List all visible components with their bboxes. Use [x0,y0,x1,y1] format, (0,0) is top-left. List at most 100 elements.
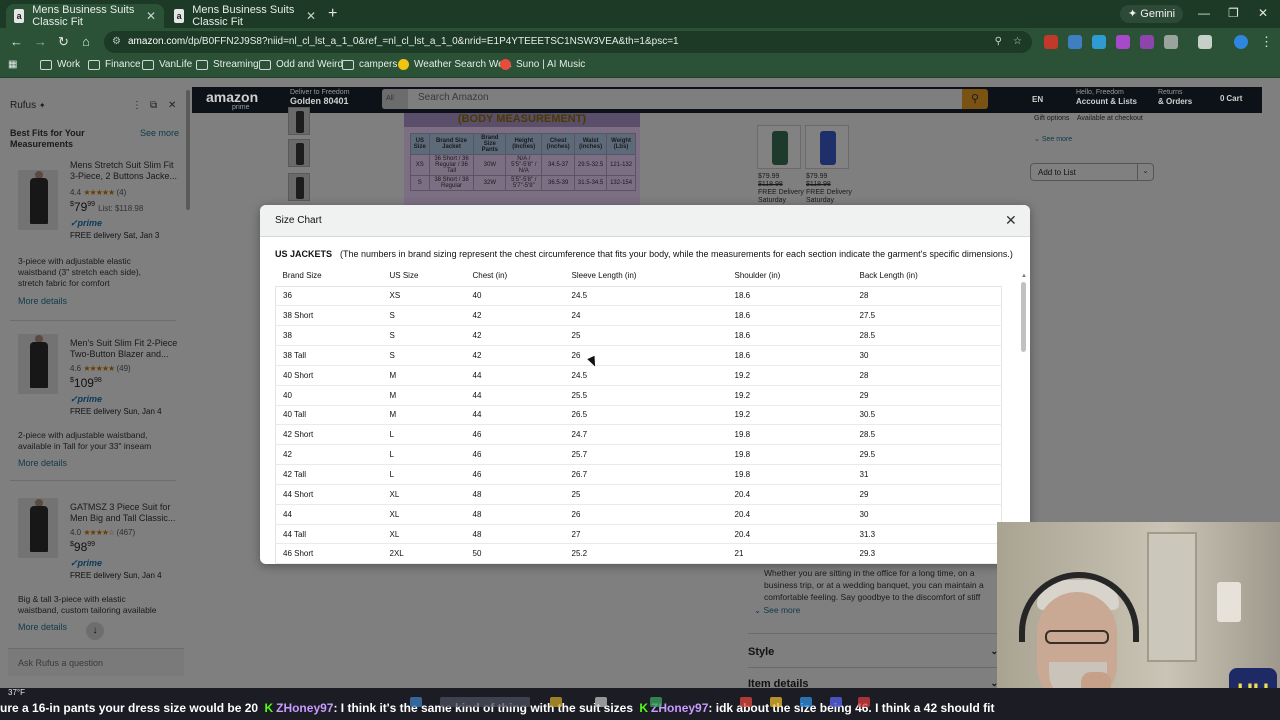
product-title[interactable]: GATMSZ 3 Piece Suit for Men Big and Tall… [70,502,180,524]
extension-icon[interactable] [1140,35,1154,49]
amazon-logo[interactable]: amazon prime [206,89,258,111]
bookmark-label: Streaming [213,59,259,70]
weather-widget[interactable]: 37°F [8,688,25,697]
color-swatch-green[interactable] [757,125,801,169]
taskbar-icon[interactable] [858,697,870,707]
scroll-up-icon[interactable]: ▲ [1021,273,1027,279]
scroll-down-icon[interactable]: ↓ [86,622,104,640]
address-bar[interactable]: ⚙ amazon.com/dp/B0FFN2J9S8?niid=nl_cl_ls… [104,31,1032,53]
taskbar-icon[interactable] [740,697,752,707]
extension-icon[interactable] [1092,35,1106,49]
product-image[interactable] [18,498,58,558]
product-title[interactable]: Men's Suit Slim Fit 2-Piece Two-Button B… [70,338,180,360]
maximize-icon[interactable]: ❐ [1228,6,1239,20]
apps-icon[interactable]: ▦ [8,59,17,70]
product-thumbnail[interactable] [288,173,310,201]
bookmark-odd-and-weird[interactable]: Odd and Weird [259,59,343,70]
modal-scrollbar[interactable] [1021,282,1026,352]
rufus-product-card[interactable]: Mens Stretch Suit Slim Fit 3-Piece, 2 Bu… [10,160,177,310]
price-whole: 98 [73,540,88,554]
menu-icon[interactable]: ⋮ [1260,34,1273,50]
language-selector[interactable]: EN [1032,95,1043,105]
table-cell: 29 [852,484,1002,505]
account-menu[interactable]: Hello, Freedom Account & Lists [1076,88,1137,107]
more-details-link[interactable]: More details [18,458,67,468]
star-icon[interactable]: ☆ [1013,31,1022,53]
taskbar-icon[interactable] [650,697,662,707]
arrow-left-icon[interactable]: ← [10,34,23,49]
more-details-link[interactable]: More details [18,296,67,306]
site-info-icon[interactable]: ⚙ [112,31,121,53]
browser-tab-2[interactable]: a Mens Business Suits Classic Fit ✕ [166,4,324,28]
window-close-icon[interactable]: ✕ [1258,6,1268,20]
bookmark-weather[interactable]: Weather Search We... [398,59,512,70]
rufus-product-card[interactable]: Men's Suit Slim Fit 2-Piece Two-Button B… [10,324,177,474]
bookmark-work[interactable]: Work [40,59,80,70]
cart[interactable]: 0 Cart [1220,94,1242,104]
tab-close-icon[interactable]: ✕ [146,9,156,23]
product-rating[interactable]: 4.0 ★★★★☆ (467) [70,528,135,537]
search-input[interactable]: Search Amazon [418,92,489,103]
color-swatch-blue[interactable] [805,125,849,169]
divider [10,480,176,481]
chevron-down-icon[interactable]: ⌄ [1137,164,1153,180]
more-options-icon[interactable]: ⋮ [132,100,142,111]
product-rating[interactable]: 4.4 ★★★★★ (4) [70,188,126,197]
returns-orders[interactable]: Returns & Orders [1158,88,1192,107]
close-icon[interactable]: ✕ [168,100,176,111]
product-image[interactable] [18,170,58,230]
style-accordion[interactable]: Style ⌄ [748,646,998,658]
bookmark-vanlife[interactable]: VanLife [142,59,192,70]
product-title[interactable]: Mens Stretch Suit Slim Fit 3-Piece, 2 Bu… [70,160,180,182]
taskbar-icon[interactable] [595,697,607,707]
see-more-link[interactable]: ⌄ See more [1034,135,1072,143]
close-icon[interactable]: ✕ [1005,212,1017,229]
bookmark-streaming[interactable]: Streaming [196,59,259,70]
gemini-button[interactable]: ✦ Gemini [1120,5,1184,23]
search-scope[interactable]: All [382,89,408,109]
puzzle-icon[interactable] [1164,35,1178,49]
folder-icon [142,59,154,70]
sidebar-scrollbar[interactable] [186,90,190,210]
extension-icon[interactable] [1116,35,1130,49]
table-row: 38 Tall S 42 26 18.6 30 [275,345,1002,366]
browser-tab-1[interactable]: a Mens Business Suits Classic Fit ✕ [6,4,164,28]
tab-close-icon[interactable]: ✕ [306,9,316,23]
reload-icon[interactable]: ↻ [58,34,69,50]
ask-rufus-input[interactable]: Ask Rufus a question [8,648,184,676]
minimize-icon[interactable]: — [1198,6,1210,20]
product-thumbnail[interactable] [288,107,310,135]
arrow-right-icon[interactable]: → [34,34,47,49]
measure-cell: 32W [473,175,507,191]
bookmark-suno[interactable]: Suno | AI Music [500,59,585,70]
new-tab-icon[interactable]: + [328,5,337,23]
product-rating[interactable]: 4.6 ★★★★★ (49) [70,364,131,373]
product-image[interactable] [18,334,58,394]
taskbar-icon[interactable] [550,697,562,707]
bookmark-campers[interactable]: campers [342,59,397,70]
product-thumbnail[interactable] [288,139,310,167]
amazon-search-bar[interactable]: All Search Amazon ⚲ [382,89,988,109]
table-row: 44 XL 48 26 20.4 30 [275,504,1002,525]
expand-icon[interactable]: ⧉ [150,100,157,111]
more-details-link[interactable]: More details [18,622,67,632]
taskbar-search[interactable] [440,697,530,707]
add-to-list-button[interactable]: Add to List ⌄ [1030,163,1154,181]
taskbar-icon[interactable] [410,697,422,707]
zoom-icon[interactable]: ⚲ [995,31,1002,53]
table-cell: 28 [852,365,1002,386]
deliver-to[interactable]: Deliver to Freedom Golden 80401 [290,88,350,107]
taskbar-icon[interactable] [800,697,812,707]
search-icon[interactable]: ⚲ [962,89,988,109]
extension-icon[interactable] [1044,35,1058,49]
extension-icon[interactable] [1068,35,1082,49]
sidepanel-icon[interactable] [1198,35,1212,49]
rufus-see-more[interactable]: See more [140,128,179,138]
home-icon[interactable]: ⌂ [82,34,90,49]
taskbar-icon[interactable] [770,697,782,707]
taskbar-icon[interactable] [830,697,842,707]
description-see-more[interactable]: ⌄ See more [754,605,800,616]
bookmark-finance[interactable]: Finance [88,59,141,70]
profile-avatar[interactable] [1234,35,1248,49]
rufus-product-card[interactable]: GATMSZ 3 Piece Suit for Men Big and Tall… [10,488,176,638]
